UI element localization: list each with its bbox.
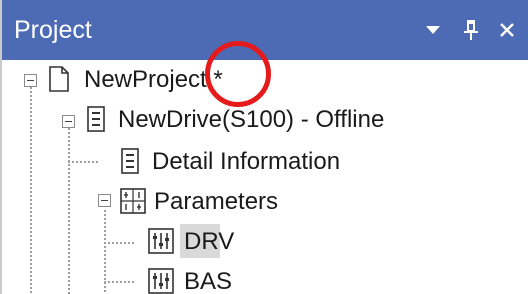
panel-titlebar: Project — [2, 0, 528, 60]
pin-icon — [464, 20, 478, 40]
panel-title: Project — [14, 16, 92, 44]
dropdown-button[interactable] — [418, 14, 448, 46]
tree-node-label: DRV — [184, 228, 235, 255]
document-icon — [49, 66, 69, 92]
parameter-group-icon — [148, 228, 174, 254]
close-button[interactable] — [492, 14, 522, 46]
pin-button[interactable] — [456, 14, 486, 46]
collapse-toggle[interactable] — [24, 74, 37, 87]
tree-connector — [68, 161, 98, 163]
tree-connector — [68, 128, 70, 294]
tree-connector — [104, 281, 134, 283]
project-panel: Project NewProject * NewDrive(S100) - Of… — [0, 0, 528, 294]
tree-node-label: NewProject * — [84, 66, 223, 93]
tree-connector — [30, 87, 32, 294]
collapse-toggle[interactable] — [98, 194, 111, 207]
project-tree: NewProject * NewDrive(S100) - Offline De… — [2, 60, 528, 294]
tree-node-label: NewDrive(S100) - Offline — [118, 106, 385, 133]
tree-connector — [104, 242, 134, 244]
annotation-circle — [205, 41, 271, 107]
parameters-grid-icon — [120, 188, 146, 214]
parameter-group-icon — [148, 268, 174, 294]
drive-icon — [87, 106, 105, 132]
dropdown-arrow-icon — [426, 26, 440, 34]
tree-node-label: Detail Information — [152, 148, 341, 175]
close-icon — [500, 23, 514, 37]
collapse-toggle[interactable] — [62, 115, 75, 128]
tree-node-label: Parameters — [154, 188, 279, 215]
drive-icon — [121, 148, 139, 174]
tree-node-label: BAS — [184, 268, 233, 294]
